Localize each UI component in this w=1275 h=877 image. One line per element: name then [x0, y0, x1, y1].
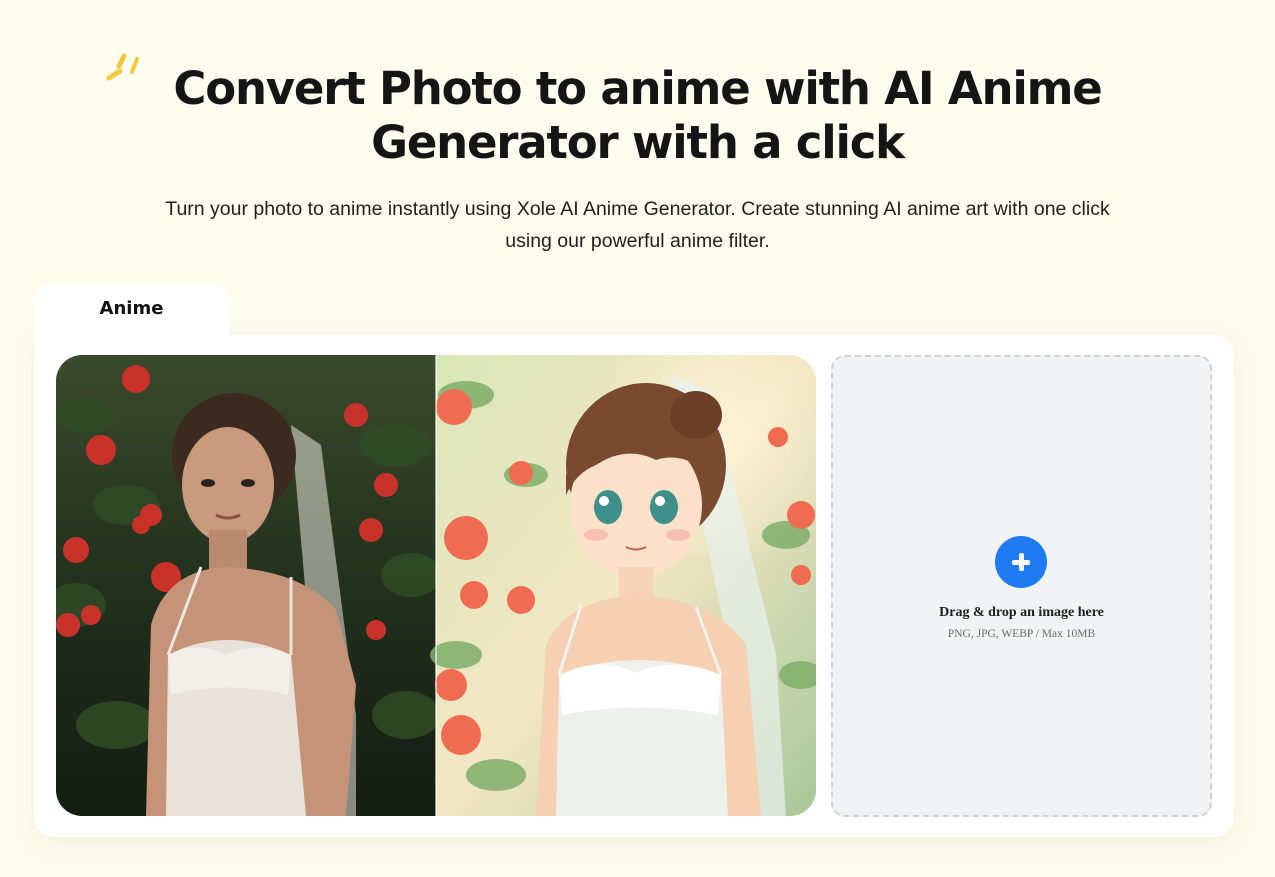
page-title-line-1: Convert Photo to anime with AI Anime: [173, 62, 1102, 115]
comparison-divider[interactable]: [435, 355, 437, 816]
converter-card: Drag & drop an image here PNG, JPG, WEBP…: [34, 335, 1234, 837]
page-subtitle-line-1: Turn your photo to anime instantly using…: [165, 198, 1110, 220]
page-title: Convert Photo to anime with AI Anime Gen…: [0, 62, 1275, 170]
after-anime-illustration: [430, 355, 816, 816]
before-after-comparison[interactable]: [56, 355, 816, 816]
dropzone-hint: PNG, JPG, WEBP / Max 10MB: [947, 628, 1096, 640]
dropzone-title: Drag & drop an image here: [939, 605, 1104, 620]
plus-circle-icon[interactable]: [995, 536, 1047, 588]
before-photo: [56, 355, 441, 816]
tab-anime[interactable]: Anime: [34, 284, 229, 346]
image-dropzone[interactable]: Drag & drop an image here PNG, JPG, WEBP…: [831, 355, 1212, 817]
page-subtitle-line-2: using our powerful anime filter.: [505, 230, 770, 252]
page-title-line-2: Generator with a click: [371, 116, 905, 169]
page-subtitle: Turn your photo to anime instantly using…: [0, 193, 1275, 257]
